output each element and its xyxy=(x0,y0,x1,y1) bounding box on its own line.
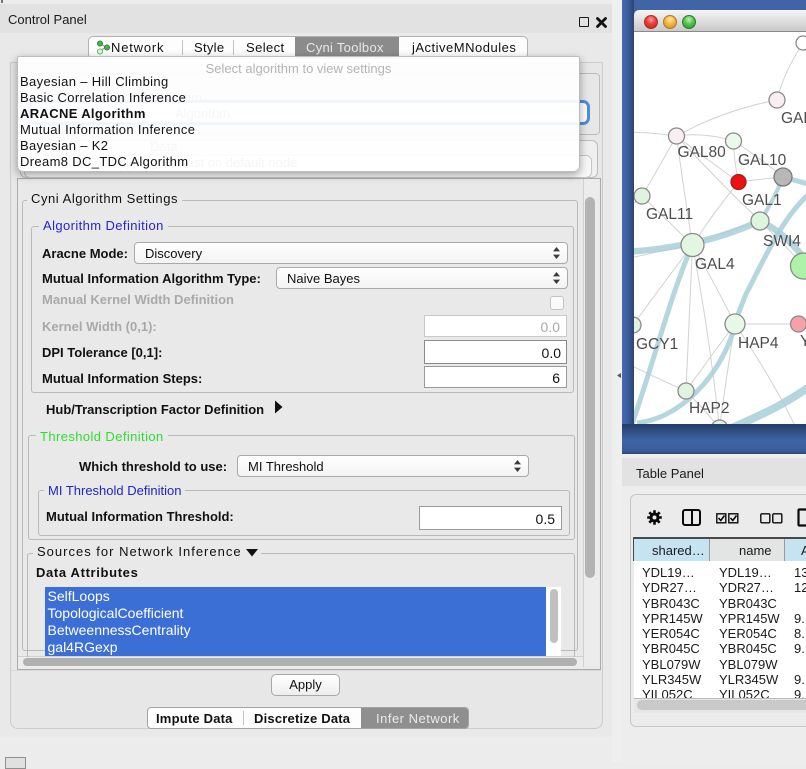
svg-text:GAL2: GAL2 xyxy=(781,110,806,127)
svg-text:HAP4: HAP4 xyxy=(738,335,779,352)
svg-text:Y: Y xyxy=(800,333,806,350)
svg-text:GCY1: GCY1 xyxy=(636,336,678,353)
svg-text:GAL80: GAL80 xyxy=(678,144,727,161)
svg-text:GAL1: GAL1 xyxy=(742,192,782,209)
svg-text:HAP2: HAP2 xyxy=(689,400,730,417)
svg-text:GAL10: GAL10 xyxy=(738,152,787,169)
svg-text:SWI4: SWI4 xyxy=(763,233,801,250)
svg-text:GAL11: GAL11 xyxy=(646,206,693,223)
svg-text:GAL4: GAL4 xyxy=(695,256,735,273)
